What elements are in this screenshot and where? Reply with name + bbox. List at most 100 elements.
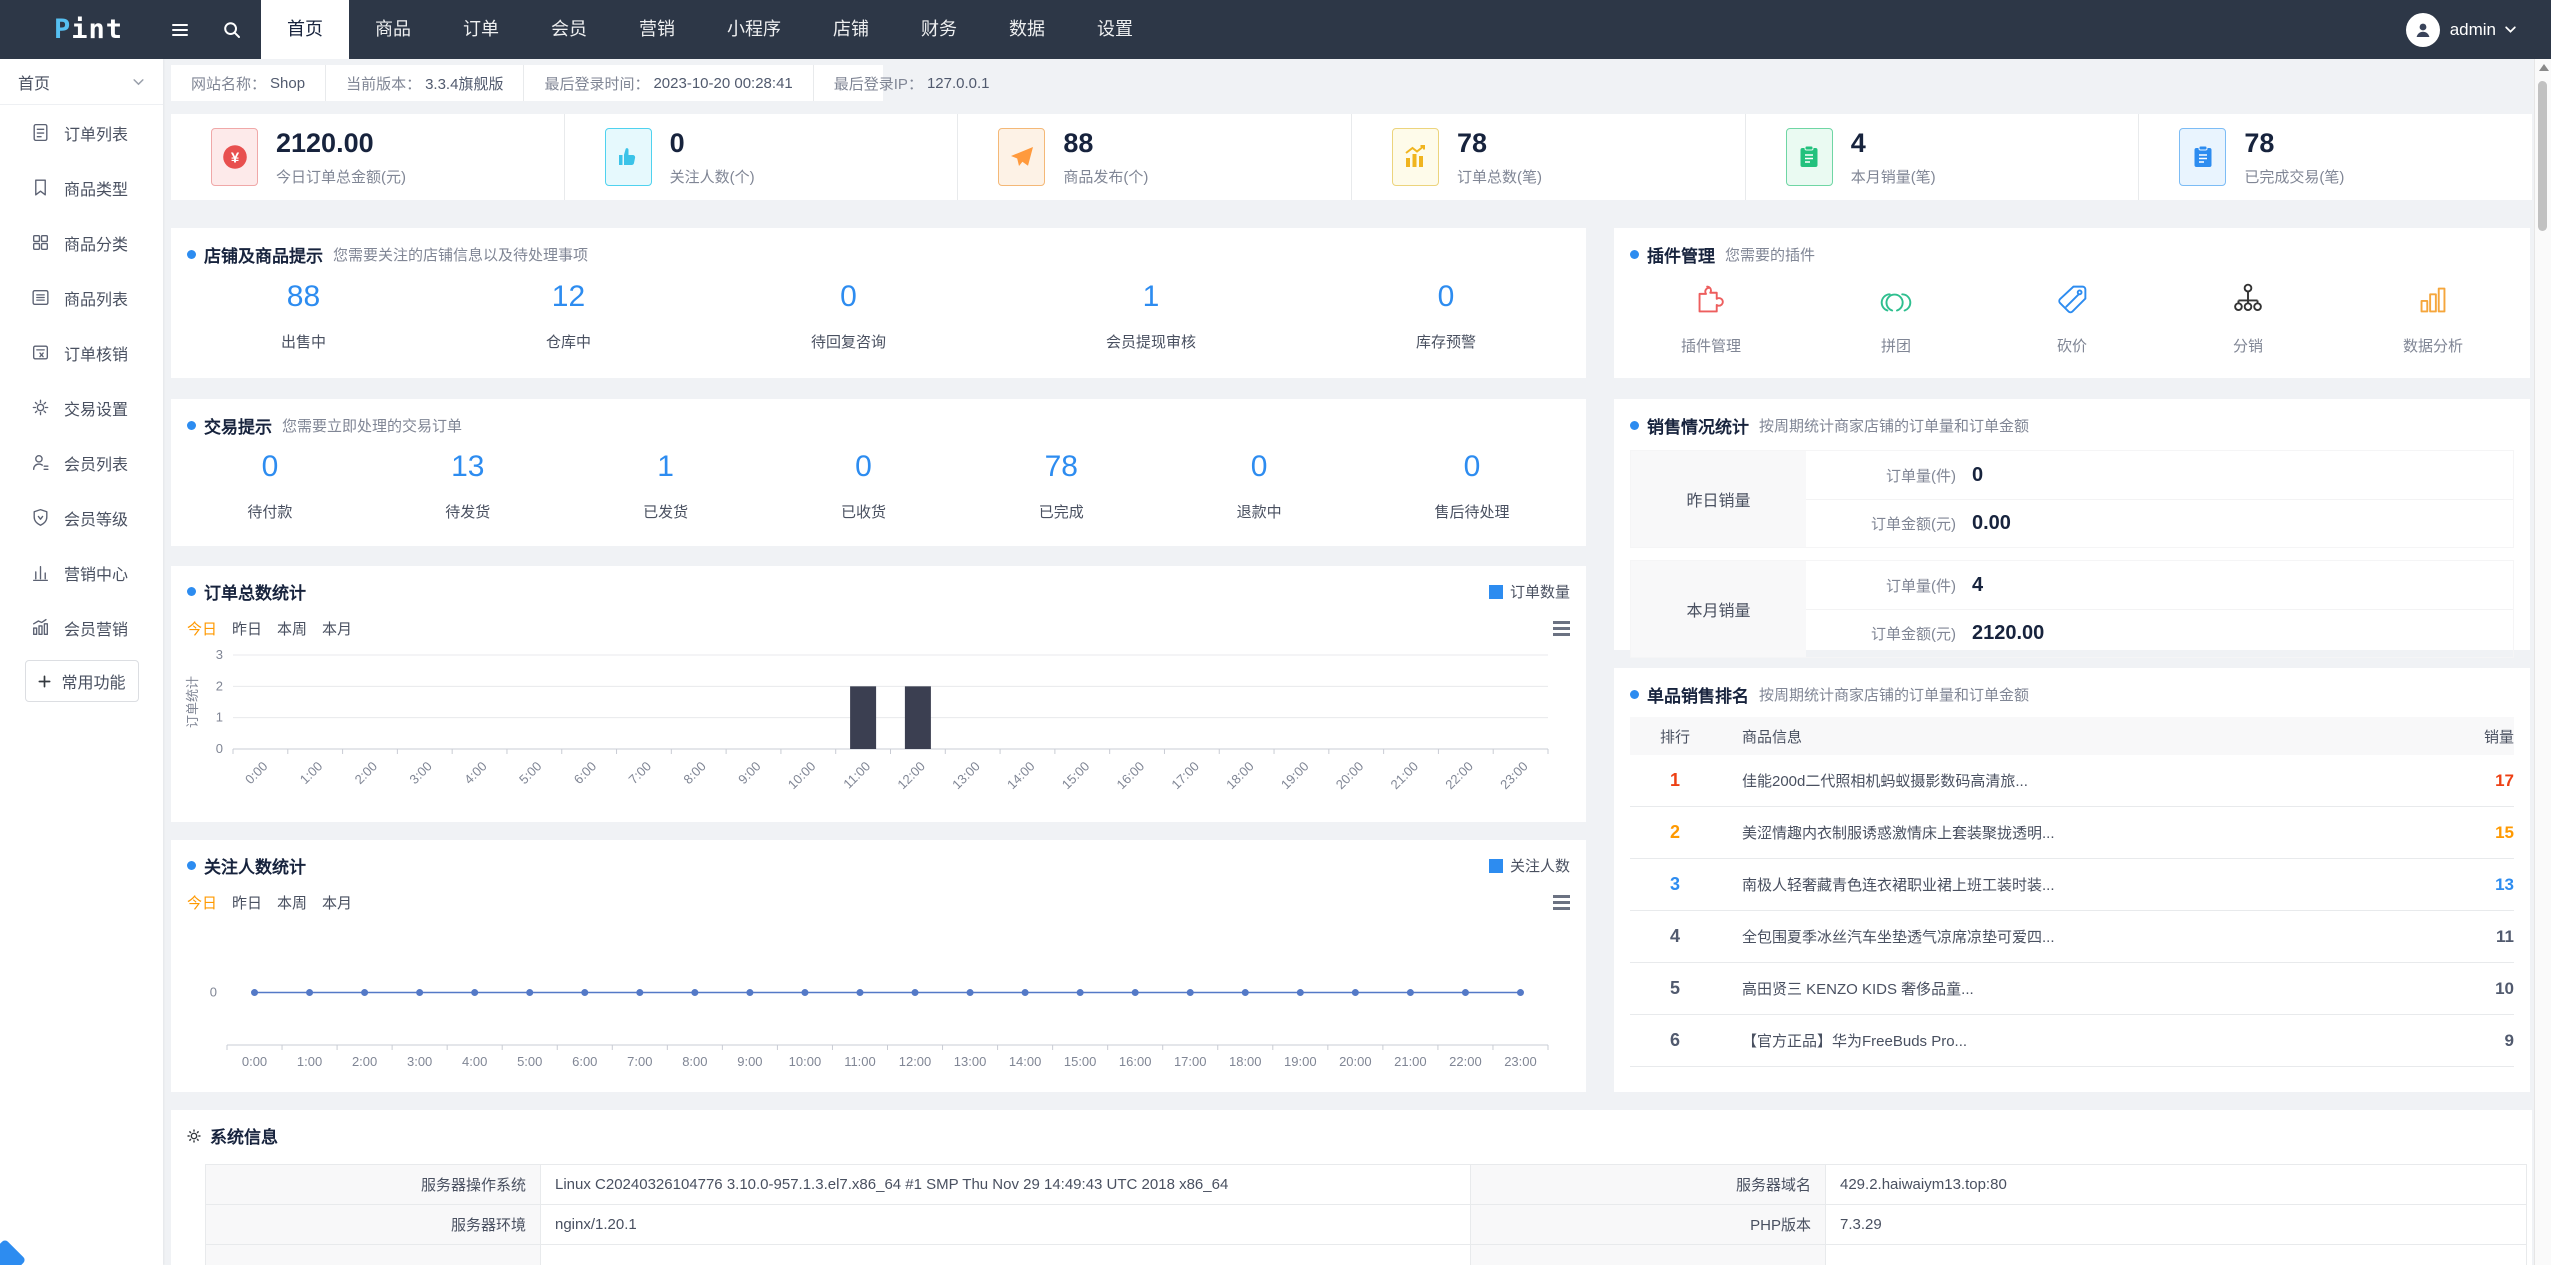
scroll-up-arrow-icon[interactable]	[2539, 64, 2549, 71]
nav-tab-miniprogram[interactable]: 小程序	[701, 0, 807, 59]
nav-tab-orders[interactable]: 订单	[437, 0, 525, 59]
product-name[interactable]: 佳能200d二代照相机蚂蚁摄影数码高清旅...	[1720, 770, 2444, 791]
tip-shipped[interactable]: 1 已发货	[643, 450, 688, 522]
svg-text:4:00: 4:00	[461, 759, 490, 788]
stat-label: 订单总数(笔)	[1457, 168, 1543, 186]
sidebar-section-select[interactable]: 首页	[0, 59, 163, 105]
sales-count: 10	[2495, 978, 2514, 998]
sidebar-item-order-list[interactable]: 订单列表	[0, 105, 163, 160]
sidebar-item-member-list[interactable]: 会员列表	[0, 435, 163, 490]
nav-tab-members[interactable]: 会员	[525, 0, 613, 59]
plugin-group-buy[interactable]: 拼团	[1875, 279, 1917, 356]
product-name[interactable]: 高田贤三 KENZO KIDS 奢侈品童...	[1720, 978, 2444, 999]
top-navbar: Pint 首页 商品 订单 会员 营销 小程序 店铺 财务 数据 设置 admi…	[0, 0, 2551, 59]
svg-text:22:00: 22:00	[1442, 759, 1476, 793]
tip-withdraw-review[interactable]: 1 会员提现审核	[1106, 280, 1196, 352]
sidebar-item-goods-category[interactable]: 商品分类	[0, 215, 163, 270]
tab-today[interactable]: 今日	[187, 618, 217, 639]
chart-toolbox-icon[interactable]	[1553, 621, 1570, 636]
quick-functions-button[interactable]: 常用功能	[24, 660, 139, 702]
tab-yesterday[interactable]: 昨日	[232, 892, 262, 913]
svg-text:11:00: 11:00	[840, 759, 873, 792]
chart-toolbox-icon[interactable]	[1553, 895, 1570, 910]
product-name[interactable]: 全包围夏季冰丝汽车坐垫透气凉席凉垫可爱四...	[1720, 926, 2444, 947]
tab-today[interactable]: 今日	[187, 892, 217, 913]
tip-on-sale[interactable]: 88 出售中	[281, 280, 326, 352]
sidebar-item-member-marketing[interactable]: 会员营销	[0, 600, 163, 655]
tip-refunding[interactable]: 0 退款中	[1237, 450, 1282, 522]
site-version: 当前版本： 3.3.4旗舰版	[325, 65, 523, 101]
sidebar-item-label: 会员等级	[64, 511, 129, 529]
svg-text:1:00: 1:00	[297, 759, 326, 788]
table-row: 服务器环境 nginx/1.20.1 PHP版本 7.3.29	[206, 1205, 2526, 1245]
nav-tab-settings[interactable]: 设置	[1071, 0, 1159, 59]
svg-text:8:00: 8:00	[680, 759, 709, 788]
goods-type-icon	[35, 179, 46, 196]
tip-completed[interactable]: 78 已完成	[1039, 450, 1084, 522]
site-name: 网站名称： Shop	[191, 74, 306, 93]
ranking-row-5: 5 高田贤三 KENZO KIDS 奢侈品童... 10	[1630, 963, 2514, 1015]
svg-text:0:00: 0:00	[242, 759, 271, 788]
stat-cards-row: ¥ 2120.00 今日订单总金额(元) 0 关注人数(个) 88 商品发布(个) 7…	[171, 114, 2532, 200]
goods-list-icon	[32, 289, 49, 306]
tab-this-month[interactable]: 本月	[322, 892, 352, 913]
tip-pending-payment[interactable]: 0 待付款	[247, 450, 292, 522]
sidebar-item-member-level[interactable]: 会员等级	[0, 490, 163, 545]
tab-this-week[interactable]: 本周	[277, 892, 307, 913]
plugin-bargain[interactable]: 砍价	[2051, 279, 2093, 356]
sidebar-item-trade-settings[interactable]: 交易设置	[0, 380, 163, 435]
tip-aftersale-pending[interactable]: 0 售后待处理	[1434, 450, 1509, 522]
svg-text:5:00: 5:00	[517, 1054, 542, 1069]
nav-tab-shop[interactable]: 店铺	[807, 0, 895, 59]
stat-label: 商品发布(个)	[1063, 168, 1149, 186]
scrollbar-thumb[interactable]	[2538, 81, 2547, 231]
table-row	[206, 1245, 2526, 1265]
plugin-distribution[interactable]: 分销	[2227, 279, 2269, 356]
tip-in-warehouse[interactable]: 12 仓库中	[546, 280, 591, 352]
follower-line-chart: 0 0:00 1:00 2:00 3:00 4:00 5:00 6:00 7:00 8:00 9:0…	[210, 985, 1549, 1069]
product-name[interactable]: 【官方正品】华为FreeBuds Pro...	[1720, 1030, 2444, 1051]
plugin-manager[interactable]: 插件管理	[1681, 279, 1741, 356]
svg-text:6:00: 6:00	[571, 759, 600, 788]
username: admin	[2449, 19, 2496, 39]
sidebar-item-marketing-center[interactable]: 营销中心	[0, 545, 163, 600]
tab-this-month[interactable]: 本月	[322, 618, 352, 639]
tip-pending-replies[interactable]: 0 待回复咨询	[811, 280, 886, 352]
user-menu[interactable]: admin	[2405, 12, 2517, 47]
rank-number: 5	[1669, 978, 1680, 998]
svg-text:19:00: 19:00	[1278, 759, 1312, 793]
svg-text:17:00: 17:00	[1174, 1054, 1207, 1069]
ranking-row-2: 2 美涩情趣内衣制服诱惑激情床上套装聚拢透明... 15	[1630, 807, 2514, 859]
svg-text:5:00: 5:00	[516, 759, 545, 788]
sidebar-item-goods-list[interactable]: 商品列表	[0, 270, 163, 325]
ranking-row-3: 3 南极人轻奢藏青色连衣裙职业裙上班工装时装... 13	[1630, 859, 2514, 911]
tab-this-week[interactable]: 本周	[277, 618, 307, 639]
product-name[interactable]: 美涩情趣内衣制服诱惑激情床上套装聚拢透明...	[1720, 822, 2444, 843]
tip-received[interactable]: 0 已收货	[841, 450, 886, 522]
sidebar-item-order-verify[interactable]: 订单核销	[0, 325, 163, 380]
nav-tab-finance[interactable]: 财务	[895, 0, 983, 59]
plugin-data-analysis[interactable]: 数据分析	[2403, 279, 2463, 356]
panel-subtitle: 按周期统计商家店铺的订单量和订单金额	[1759, 687, 2030, 704]
panel-title: 销售情况统计	[1647, 418, 1749, 437]
stat-value: 78	[1457, 127, 1488, 158]
page-scrollbar[interactable]	[2534, 59, 2551, 1265]
tip-pending-shipment[interactable]: 13 待发货	[445, 450, 490, 522]
sales-block-month: 本月销量 订单量(件) 4 订单金额(元) 2120.00	[1630, 560, 2514, 658]
nav-tab-marketing[interactable]: 营销	[613, 0, 701, 59]
menu-collapse-icon[interactable]	[169, 19, 191, 41]
sales-stats-panel: 销售情况统计 按周期统计商家店铺的订单量和订单金额 昨日销量 订单量(件) 0 订…	[1614, 399, 2530, 658]
panel-title: 交易提示	[204, 418, 272, 437]
nav-tab-data[interactable]: 数据	[983, 0, 1071, 59]
product-name[interactable]: 南极人轻奢藏青色连衣裙职业裙上班工装时装...	[1720, 874, 2444, 895]
tip-stock-warning[interactable]: 0 库存预警	[1416, 280, 1476, 352]
thumbs-up-icon	[604, 128, 652, 186]
nav-tab-goods[interactable]: 商品	[349, 0, 437, 59]
search-icon[interactable]	[221, 19, 243, 41]
svg-text:14:00: 14:00	[1004, 759, 1038, 793]
sidebar-section-label: 首页	[18, 75, 51, 93]
svg-text:11:00: 11:00	[844, 1054, 876, 1069]
nav-tab-home[interactable]: 首页	[261, 0, 350, 59]
sidebar-item-goods-type[interactable]: 商品类型	[0, 160, 163, 215]
tab-yesterday[interactable]: 昨日	[232, 618, 262, 639]
